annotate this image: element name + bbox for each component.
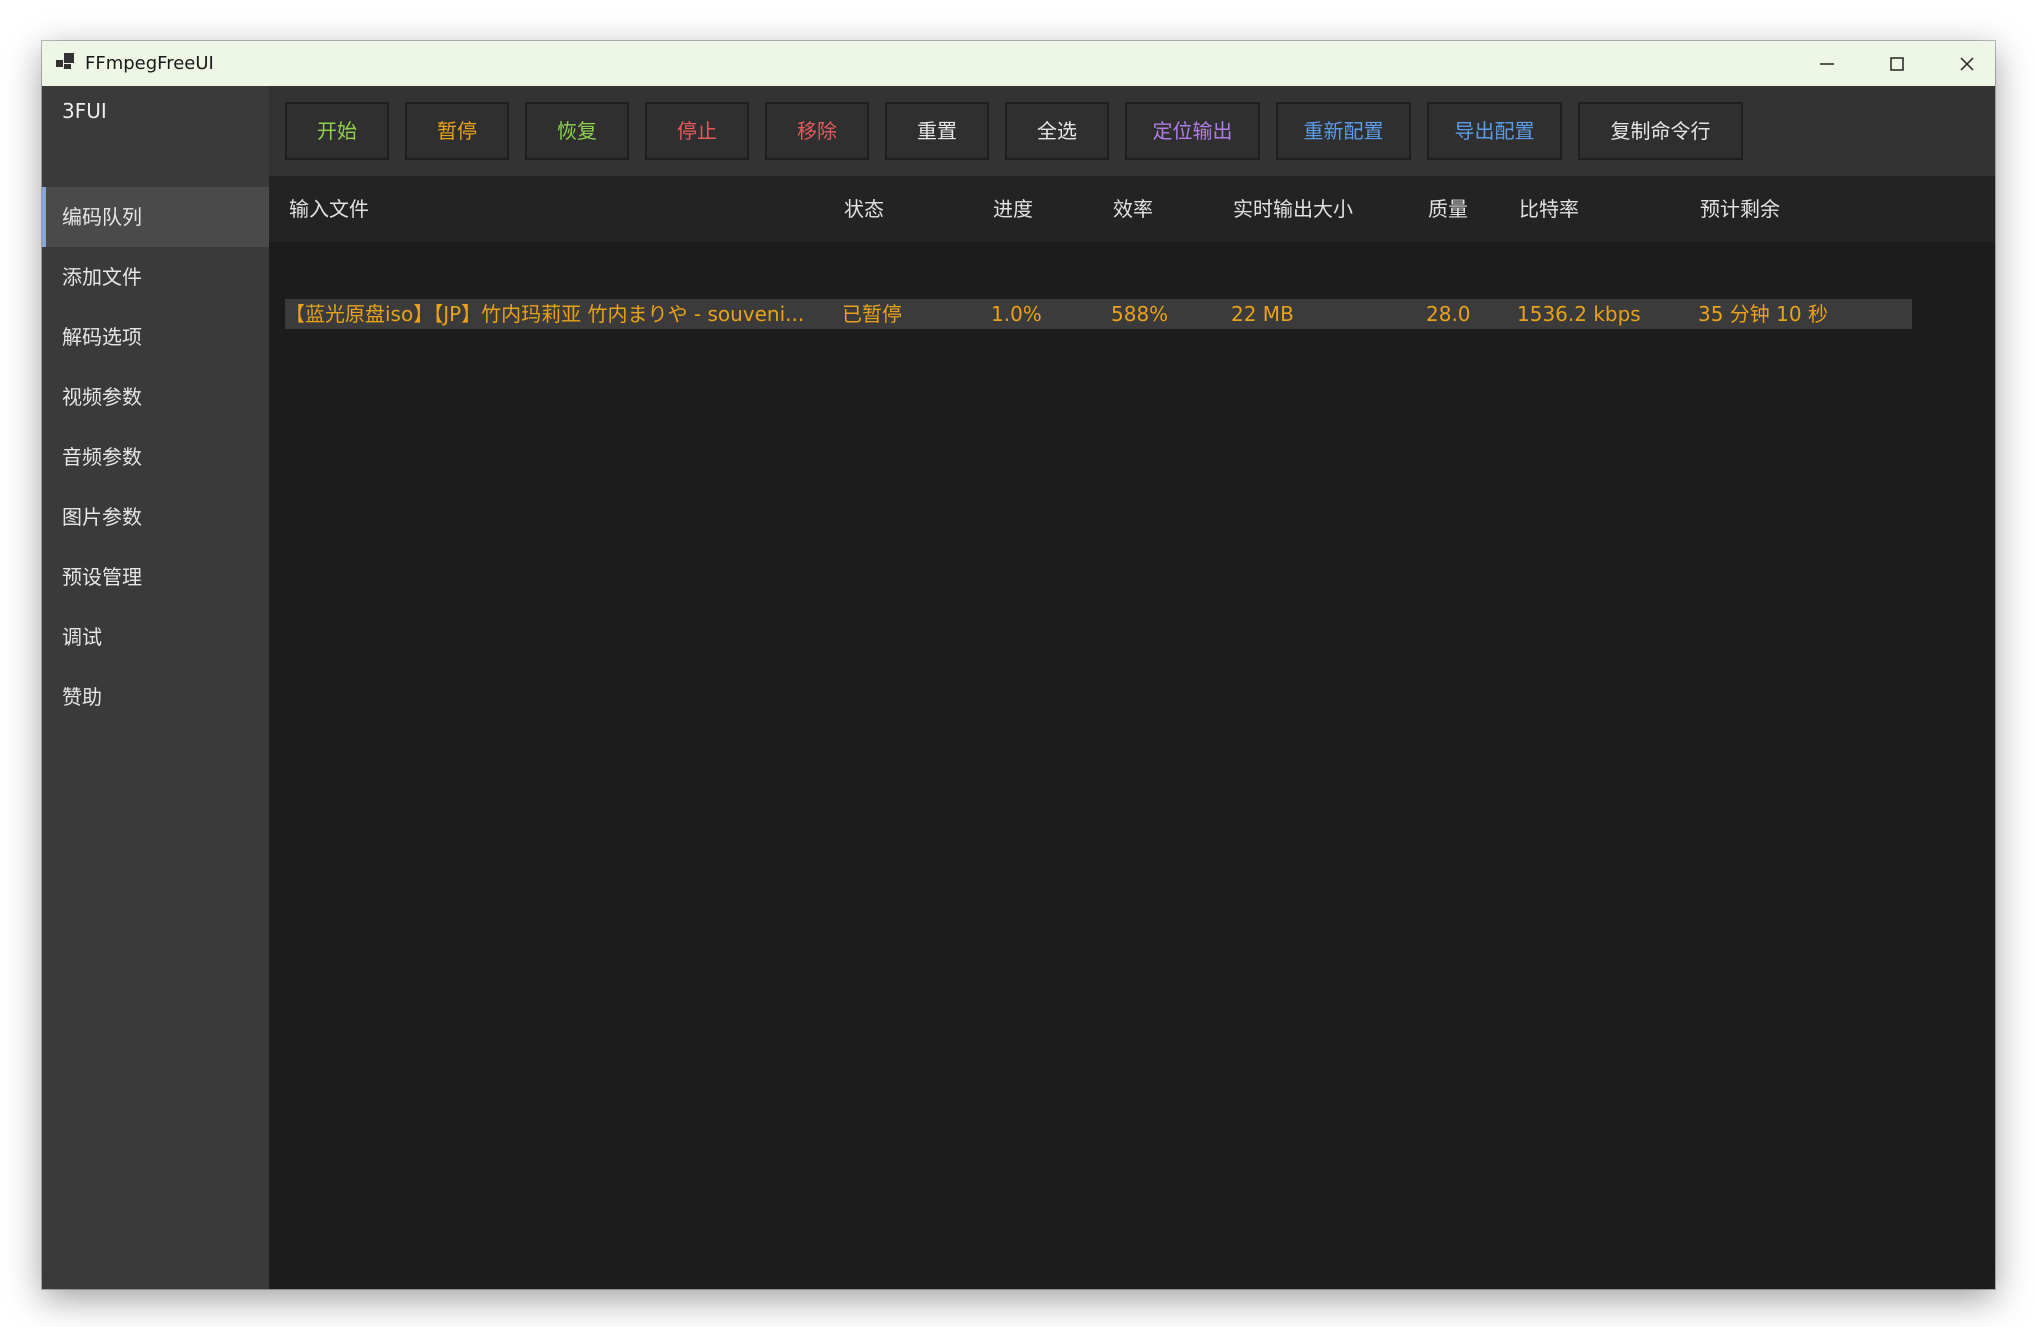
sidebar-nav: 编码队列 添加文件 解码选项 视频参数 音频参数 图片参数 预设管理 调试 赞助 <box>42 187 269 727</box>
sidebar-item-sponsor[interactable]: 赞助 <box>42 667 269 727</box>
cell-output-size: 22 MB <box>1231 302 1294 326</box>
cell-efficiency: 588% <box>1111 302 1169 326</box>
cell-status: 已暂停 <box>842 302 902 326</box>
cell-progress: 1.0% <box>991 302 1042 326</box>
sidebar-item-debug[interactable]: 调试 <box>42 607 269 667</box>
select-all-button[interactable]: 全选 <box>1005 102 1109 160</box>
cell-input-file: 【蓝光原盘iso】【JP】竹内玛莉亚 竹内まりや - souveni... <box>285 302 805 326</box>
sidebar-item-encode-queue[interactable]: 编码队列 <box>42 187 269 247</box>
app-name: 3FUI <box>62 99 107 123</box>
column-header-output-size[interactable]: 实时输出大小 <box>1233 176 1423 242</box>
pause-button[interactable]: 暂停 <box>405 102 509 160</box>
locate-output-button[interactable]: 定位输出 <box>1125 102 1260 160</box>
sidebar-item-video-params[interactable]: 视频参数 <box>42 367 269 427</box>
app-icon <box>56 53 74 71</box>
sidebar-item-add-files[interactable]: 添加文件 <box>42 247 269 307</box>
remove-button[interactable]: 移除 <box>765 102 869 160</box>
sidebar-item-image-params[interactable]: 图片参数 <box>42 487 269 547</box>
toolbar: 开始 暂停 恢复 停止 移除 重置 全选 定位输出 重新配置 导出配置 复制命令… <box>269 86 1995 176</box>
title-bar[interactable]: FFmpegFreeUI <box>42 41 1995 86</box>
start-button[interactable]: 开始 <box>285 102 389 160</box>
minimize-icon <box>1820 63 1834 65</box>
minimize-button[interactable] <box>1792 41 1862 86</box>
column-header-quality[interactable]: 质量 <box>1428 176 1513 242</box>
column-header-bitrate[interactable]: 比特率 <box>1519 176 1689 242</box>
cell-bitrate: 1536.2 kbps <box>1517 302 1641 326</box>
sidebar-item-presets[interactable]: 预设管理 <box>42 547 269 607</box>
column-header-efficiency[interactable]: 效率 <box>1113 176 1223 242</box>
column-header-status[interactable]: 状态 <box>844 176 974 242</box>
window-title: FFmpegFreeUI <box>85 53 214 74</box>
resume-button[interactable]: 恢复 <box>525 102 629 160</box>
reconfigure-button[interactable]: 重新配置 <box>1276 102 1411 160</box>
close-button[interactable] <box>1932 41 1995 86</box>
sidebar-item-decode-options[interactable]: 解码选项 <box>42 307 269 367</box>
column-header-input-file[interactable]: 输入文件 <box>289 176 809 242</box>
maximize-button[interactable] <box>1862 41 1932 86</box>
queue-header: 输入文件 状态 进度 效率 实时输出大小 质量 比特率 预计剩余 <box>269 176 1995 242</box>
sidebar-item-audio-params[interactable]: 音频参数 <box>42 427 269 487</box>
main-panel: 开始 暂停 恢复 停止 移除 重置 全选 定位输出 重新配置 导出配置 复制命令… <box>269 86 1995 1289</box>
copy-command-line-button[interactable]: 复制命令行 <box>1578 102 1743 160</box>
table-row[interactable]: 【蓝光原盘iso】【JP】竹内玛莉亚 竹内まりや - souveni... 已暂… <box>285 299 1912 329</box>
close-icon <box>1960 57 1974 71</box>
column-header-remaining[interactable]: 预计剩余 <box>1700 176 1890 242</box>
export-config-button[interactable]: 导出配置 <box>1427 102 1562 160</box>
reset-button[interactable]: 重置 <box>885 102 989 160</box>
sidebar: 3FUI 编码队列 添加文件 解码选项 视频参数 音频参数 图片参数 预设管理 … <box>42 86 269 1289</box>
maximize-icon <box>1890 57 1904 71</box>
app-window: FFmpegFreeUI 3FUI 编码队列 添加文件 解码选项 视频参数 音频… <box>42 41 1995 1289</box>
cell-remaining: 35 分钟 10 秒 <box>1698 302 1828 326</box>
stop-button[interactable]: 停止 <box>645 102 749 160</box>
column-header-progress[interactable]: 进度 <box>993 176 1103 242</box>
cell-quality: 28.0 <box>1426 302 1471 326</box>
